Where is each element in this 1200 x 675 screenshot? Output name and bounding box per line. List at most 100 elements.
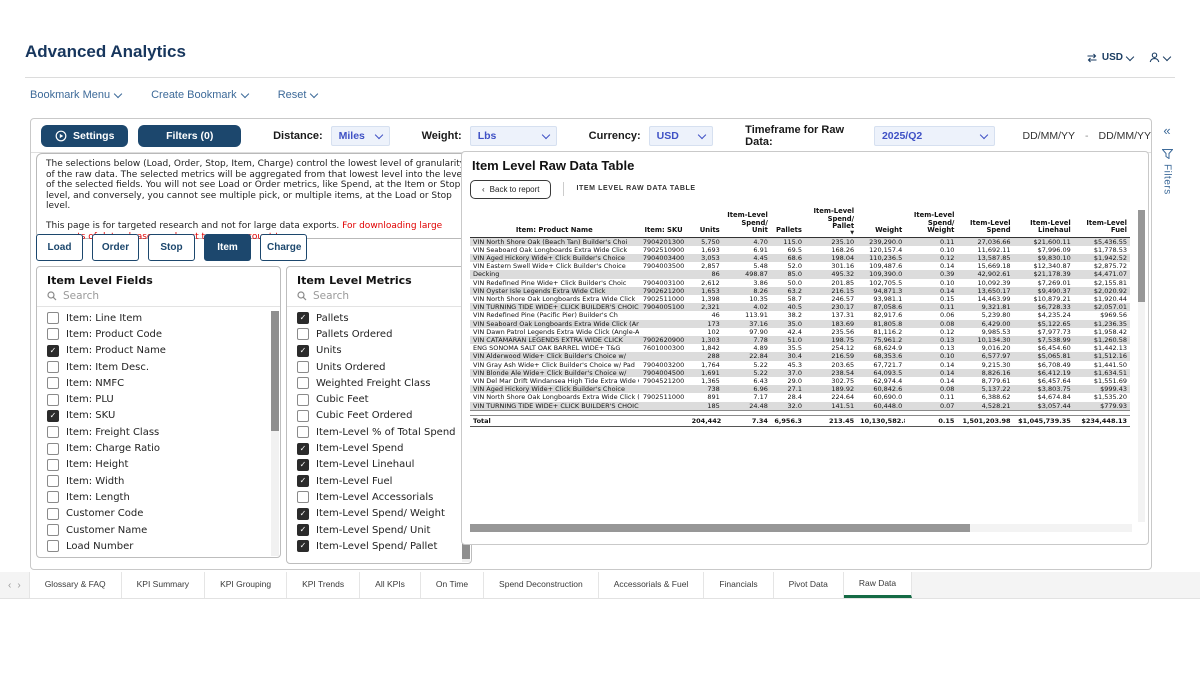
checkbox[interactable]: [47, 459, 59, 471]
level-button-item[interactable]: Item: [204, 234, 251, 261]
column-header-item-level-spend-unit[interactable]: Item-Level Spend/ Unit: [723, 207, 771, 237]
column-header-item-level-spend[interactable]: Item-Level Spend: [957, 207, 1013, 237]
field-item-customer-code[interactable]: Customer Code: [47, 506, 280, 522]
checkbox[interactable]: ✓: [297, 312, 309, 324]
checkbox[interactable]: ✓: [297, 508, 309, 520]
bookmark-menu-reset[interactable]: Reset: [278, 89, 318, 101]
checkbox[interactable]: [47, 361, 59, 373]
currency-select[interactable]: USD: [649, 126, 714, 146]
currency-selector[interactable]: USD: [1086, 52, 1133, 63]
checkbox[interactable]: [297, 426, 309, 438]
tab-all-kpis[interactable]: All KPIs: [360, 572, 421, 598]
checkbox[interactable]: [297, 377, 309, 389]
level-button-charge[interactable]: Charge: [260, 234, 307, 261]
user-menu[interactable]: [1149, 52, 1170, 63]
timeframe-select[interactable]: 2025/Q2: [874, 126, 995, 146]
field-item-item-item-desc[interactable]: Item: Item Desc.: [47, 359, 280, 375]
checkbox[interactable]: ✓: [297, 443, 309, 455]
checkbox[interactable]: [47, 524, 59, 536]
tab-accessorials-fuel[interactable]: Accessorials & Fuel: [599, 572, 705, 598]
column-header-weight[interactable]: Weight: [857, 207, 905, 237]
checkbox[interactable]: [297, 361, 309, 373]
tab-pivot-data[interactable]: Pivot Data: [774, 572, 844, 598]
field-item-item-product-code[interactable]: Item: Product Code: [47, 326, 280, 342]
checkbox[interactable]: [297, 328, 309, 340]
fields-scrollbar-thumb[interactable]: [271, 311, 279, 431]
column-header-item-level-spend-weight[interactable]: Item-Level Spend/ Weight: [905, 207, 957, 237]
checkbox[interactable]: [47, 475, 59, 487]
back-to-report-button[interactable]: ‹ Back to report: [470, 180, 551, 199]
metric-item-item-level-of-total-spend[interactable]: Item-Level % of Total Spend: [297, 424, 471, 440]
field-item-item-height[interactable]: Item: Height: [47, 457, 280, 473]
field-item-item-product-name[interactable]: ✓Item: Product Name: [47, 343, 280, 359]
column-header-item-sku[interactable]: Item: SKU: [639, 207, 689, 237]
checkbox[interactable]: [47, 443, 59, 455]
column-header-item-product-name[interactable]: Item: Product Name: [470, 207, 639, 237]
metric-item-item-level-fuel[interactable]: ✓Item-Level Fuel: [297, 473, 471, 489]
checkbox[interactable]: ✓: [297, 345, 309, 357]
field-item-item-length[interactable]: Item: Length: [47, 489, 280, 505]
checkbox[interactable]: [47, 312, 59, 324]
field-item-item-charge-ratio[interactable]: Item: Charge Ratio: [47, 440, 280, 456]
checkbox[interactable]: ✓: [297, 540, 309, 552]
tab-spend-deconstruction[interactable]: Spend Deconstruction: [484, 572, 599, 598]
expand-pane-icon[interactable]: «: [1163, 124, 1170, 137]
metric-item-item-level-spend-pallet[interactable]: ✓Item-Level Spend/ Pallet: [297, 538, 471, 554]
column-header-units[interactable]: Units: [689, 207, 723, 237]
checkbox[interactable]: ✓: [47, 410, 59, 422]
metric-item-item-level-accessorials[interactable]: Item-Level Accessorials: [297, 489, 471, 505]
settings-button[interactable]: Settings: [41, 125, 128, 147]
checkbox[interactable]: [47, 328, 59, 340]
checkbox[interactable]: ✓: [47, 345, 59, 357]
level-button-stop[interactable]: Stop: [148, 234, 195, 261]
distance-select[interactable]: Miles: [331, 126, 390, 146]
metric-item-weighted-freight-class[interactable]: Weighted Freight Class: [297, 375, 471, 391]
level-button-order[interactable]: Order: [92, 234, 139, 261]
checkbox[interactable]: [47, 394, 59, 406]
date-from-input[interactable]: DD/MM/YY: [1023, 130, 1076, 142]
metric-item-item-level-linehaul[interactable]: ✓Item-Level Linehaul: [297, 457, 471, 473]
tab-kpi-grouping[interactable]: KPI Grouping: [205, 572, 287, 598]
metric-item-item-level-spend-weight[interactable]: ✓Item-Level Spend/ Weight: [297, 506, 471, 522]
column-header-item-level-fuel[interactable]: Item-Level Fuel: [1074, 207, 1130, 237]
metric-item-cubic-feet[interactable]: Cubic Feet: [297, 391, 471, 407]
filters-pane-tab[interactable]: Filters: [1162, 149, 1173, 195]
metric-item-cubic-feet-ordered[interactable]: Cubic Feet Ordered: [297, 408, 471, 424]
column-header-pallets[interactable]: Pallets: [771, 207, 805, 237]
level-button-load[interactable]: Load: [36, 234, 83, 261]
tab-next-icon[interactable]: ›: [15, 580, 22, 591]
checkbox[interactable]: [47, 540, 59, 552]
column-header-item-level-spend-pallet[interactable]: Item-Level Spend/ Pallet▼: [805, 207, 857, 237]
field-item-customer-name[interactable]: Customer Name: [47, 522, 280, 538]
weight-select[interactable]: Lbs: [470, 126, 557, 146]
metric-item-pallets[interactable]: ✓Pallets: [297, 310, 471, 326]
metric-item-item-level-spend[interactable]: ✓Item-Level Spend: [297, 440, 471, 456]
field-item-item-width[interactable]: Item: Width: [47, 473, 280, 489]
date-to-input[interactable]: DD/MM/YY: [1099, 130, 1152, 142]
table-vertical-scrollbar-thumb[interactable]: [1138, 210, 1145, 302]
checkbox[interactable]: [297, 394, 309, 406]
field-item-load-number[interactable]: Load Number: [47, 538, 280, 554]
field-item-item-nmfc[interactable]: Item: NMFC: [47, 375, 280, 391]
metric-item-units[interactable]: ✓Units: [297, 343, 471, 359]
field-item-item-sku[interactable]: ✓Item: SKU: [47, 408, 280, 424]
checkbox[interactable]: [47, 426, 59, 438]
tab-on-time[interactable]: On Time: [421, 572, 484, 598]
checkbox[interactable]: [297, 410, 309, 422]
bookmark-menu-bookmark-menu[interactable]: Bookmark Menu: [30, 89, 121, 101]
tab-kpi-summary[interactable]: KPI Summary: [122, 572, 205, 598]
tab-raw-data[interactable]: Raw Data: [844, 572, 912, 598]
bookmark-menu-create-bookmark[interactable]: Create Bookmark: [151, 89, 248, 101]
filters-button[interactable]: Filters (0): [138, 125, 241, 147]
checkbox[interactable]: [297, 491, 309, 503]
checkbox[interactable]: ✓: [297, 475, 309, 487]
checkbox[interactable]: [47, 377, 59, 389]
tab-financials[interactable]: Financials: [704, 572, 773, 598]
tab-kpi-trends[interactable]: KPI Trends: [287, 572, 360, 598]
tab-prev-icon[interactable]: ‹: [6, 580, 13, 591]
field-item-item-line-item[interactable]: Item: Line Item: [47, 310, 280, 326]
metric-item-item-level-spend-unit[interactable]: ✓Item-Level Spend/ Unit: [297, 522, 471, 538]
metrics-search-input[interactable]: Search: [287, 288, 471, 307]
field-item-item-freight-class[interactable]: Item: Freight Class: [47, 424, 280, 440]
fields-search-input[interactable]: Search: [37, 288, 280, 307]
